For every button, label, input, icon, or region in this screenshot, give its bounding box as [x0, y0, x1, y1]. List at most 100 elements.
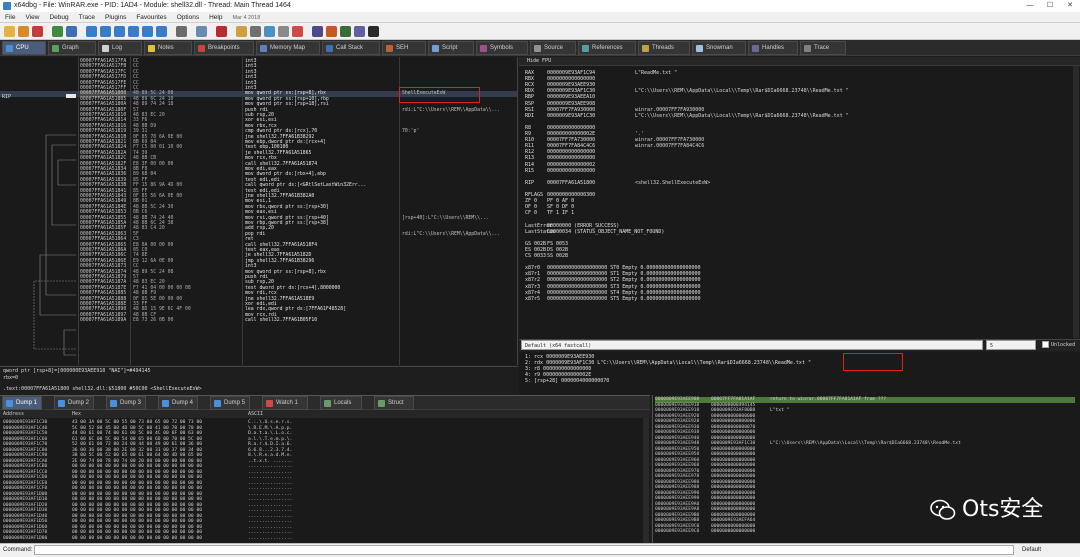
default-engine-label[interactable]: Default [1022, 543, 1041, 557]
open-icon[interactable] [4, 26, 15, 37]
close-button[interactable]: ✕ [1060, 0, 1080, 12]
tab-snowman[interactable]: Snowman [692, 41, 746, 55]
tab-handles[interactable]: Handles [748, 41, 798, 55]
register-row[interactable]: CF 0 TF 1 IF 1 [525, 210, 1065, 216]
dump-row[interactable]: 0000009E93AF1D80 00 00 00 00 00 00 00 00 … [0, 536, 640, 542]
strings-icon[interactable] [340, 26, 351, 37]
dump-view[interactable]: 0000009E93AF1C30 43 00 3A 00 5C 00 55 00 … [0, 410, 650, 543]
register-row[interactable]: x87r4 00000000000000000000 ST4 Empty 0.00… [525, 290, 1065, 296]
dump-tab-watch-1[interactable]: Watch 1 [262, 396, 308, 410]
register-row[interactable]: R9 000000000000002E '.' [525, 131, 1065, 137]
step-over-icon[interactable] [100, 26, 111, 37]
menu-plugins[interactable]: Plugins [100, 12, 131, 23]
command-input[interactable] [34, 545, 1014, 555]
run-icon[interactable] [52, 26, 63, 37]
dump-scrollbar[interactable] [643, 418, 649, 543]
register-row[interactable]: R13 0000000000000000 [525, 155, 1065, 161]
comments-icon[interactable] [216, 26, 227, 37]
calculator-icon[interactable] [292, 26, 303, 37]
dump-tab-locals[interactable]: Locals [320, 396, 362, 410]
hide-fpu-toggle[interactable]: Hide FPU [519, 57, 1080, 66]
tab-call-stack[interactable]: Call Stack [322, 41, 380, 55]
tab-seh[interactable]: SEH [382, 41, 426, 55]
register-row[interactable]: x87r1 00000000000000000000 ST1 Empty 0.00… [525, 271, 1065, 277]
register-row[interactable]: LastStatus C0000034 (STATUS_OBJECT_NAME_N… [525, 229, 1065, 235]
register-row[interactable]: RDI 0000009E93AF1C30 L"C:\\Users\\REM\\App… [525, 113, 1065, 119]
call-convention-select[interactable]: Default (x64 fastcall) [521, 340, 983, 350]
tab-trace[interactable]: Trace [800, 41, 846, 55]
hash-icon[interactable] [312, 26, 323, 37]
register-row[interactable]: RDX 0000009E93AF1C30 L"C:\\Users\\REM\\App… [525, 88, 1065, 94]
register-row[interactable]: LastError 00000000 (ERROR_SUCCESS) [525, 223, 1065, 229]
labels-icon[interactable] [236, 26, 247, 37]
menu-view[interactable]: View [20, 12, 44, 23]
step-into-icon[interactable] [86, 26, 97, 37]
tab-references[interactable]: References [578, 41, 636, 55]
register-row[interactable]: x87r3 00000000000000000000 ST3 Empty 0.00… [525, 284, 1065, 290]
register-row[interactable]: R8 0000000000000000 [525, 125, 1065, 131]
dump-tab-dump-3[interactable]: Dump 3 [106, 396, 146, 410]
close-debuggee-icon[interactable] [32, 26, 43, 37]
register-row[interactable]: R11 00007FF7FA84C4C6 winrar.00007FF7FA84C4… [525, 143, 1065, 149]
register-row[interactable]: OF 0 SF 0 DF 0 [525, 204, 1065, 210]
register-row[interactable]: R15 0000000000000000 [525, 168, 1065, 174]
tab-threads[interactable]: Threads [638, 41, 690, 55]
minimize-button[interactable]: — [1020, 0, 1040, 12]
register-row[interactable]: RAX 0000009E93AF1C94 L"ReadMe.txt " [525, 70, 1065, 76]
menu-file[interactable]: File [0, 12, 20, 23]
register-row[interactable]: ZF 0 PF 0 AF 0 [525, 198, 1065, 204]
tab-cpu[interactable]: CPU [2, 41, 46, 55]
tab-graph[interactable]: Graph [48, 41, 96, 55]
maximize-button[interactable]: ☐ [1040, 0, 1060, 12]
argument-count-spinner[interactable]: 5 [986, 340, 1036, 350]
menu-debug[interactable]: Debug [44, 12, 73, 23]
tab-log[interactable]: Log [98, 41, 142, 55]
functions-icon[interactable] [264, 26, 275, 37]
menu-favourites[interactable]: Favourites [131, 12, 171, 23]
arguments-view[interactable] [519, 352, 1080, 395]
module-icon[interactable] [326, 26, 337, 37]
register-row[interactable]: RCX 0000009E93AEE930 [525, 82, 1065, 88]
register-row[interactable] [525, 174, 1065, 180]
execute-till-return-icon[interactable] [142, 26, 153, 37]
register-row[interactable]: RSP 0000009E93AEE908 [525, 101, 1065, 107]
run-to-user-code-icon[interactable] [156, 26, 167, 37]
argument-row[interactable]: 5: [rsp+28] 0000004000000070 [525, 378, 609, 384]
settings-icon[interactable] [368, 26, 379, 37]
menu-trace[interactable]: Trace [74, 12, 100, 23]
register-row[interactable]: R14 0000000000000002 [525, 162, 1065, 168]
register-row[interactable]: x87r5 00000000000000000000 ST5 Empty 0.00… [525, 296, 1065, 302]
stack-row[interactable]: 0000009E93AEE9C8 0000000000000000 [655, 529, 1075, 535]
register-row[interactable]: GS 002B FS 0053 [525, 241, 1065, 247]
dump-tab-dump-4[interactable]: Dump 4 [158, 396, 198, 410]
trace-over-icon[interactable] [128, 26, 139, 37]
bookmarks-icon[interactable] [250, 26, 261, 37]
dump-tab-dump-2[interactable]: Dump 2 [54, 396, 94, 410]
register-row[interactable] [525, 186, 1065, 192]
register-row[interactable]: R12 0000000000000000 [525, 149, 1065, 155]
tab-source[interactable]: Source [530, 41, 576, 55]
register-row[interactable]: R10 00007FF7FA730000 winrar.00007FF7FA7300… [525, 137, 1065, 143]
checkbox-icon[interactable] [1042, 341, 1049, 348]
register-row[interactable]: RBX 0000000000000000 [525, 76, 1065, 82]
variables-icon[interactable] [278, 26, 289, 37]
register-row[interactable] [525, 216, 1065, 222]
tab-memory-map[interactable]: Memory Map [256, 41, 320, 55]
dump-tab-struct[interactable]: Struct [374, 396, 414, 410]
menu-options[interactable]: Options [172, 12, 204, 23]
register-row[interactable]: x87r2 00000000000000000000 ST2 Empty 0.00… [525, 277, 1065, 283]
find-icon[interactable] [354, 26, 365, 37]
menu-help[interactable]: Help [204, 12, 227, 23]
register-row[interactable]: ES 002B DS 002B [525, 247, 1065, 253]
tab-breakpoints[interactable]: Breakpoints [194, 41, 254, 55]
patches-icon[interactable] [196, 26, 207, 37]
register-row[interactable]: RSI 00007FF7FA930000 winrar.00007FF7FA9300… [525, 107, 1065, 113]
register-row[interactable] [525, 259, 1065, 265]
register-row[interactable] [525, 235, 1065, 241]
restart-icon[interactable] [18, 26, 29, 37]
registers-scrollbar[interactable] [1073, 66, 1079, 338]
register-row[interactable]: RFLAGS 0000000000000300 [525, 192, 1065, 198]
register-row[interactable] [525, 119, 1065, 125]
tab-symbols[interactable]: Symbols [476, 41, 528, 55]
dump-tab-dump-1[interactable]: Dump 1 [2, 396, 42, 410]
